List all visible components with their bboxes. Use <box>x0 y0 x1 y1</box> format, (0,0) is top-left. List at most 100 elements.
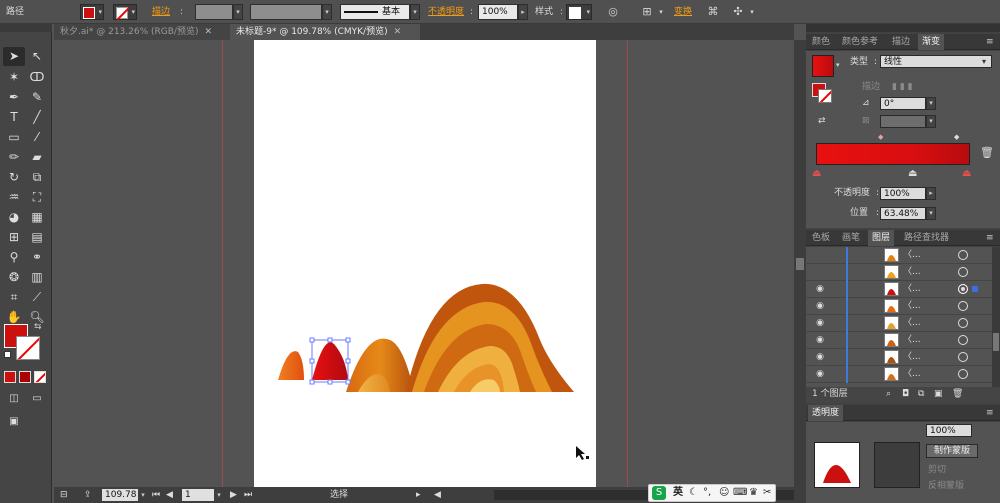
curvature-tool-icon[interactable]: ✎ <box>26 88 48 107</box>
bbox-handle[interactable] <box>345 358 351 364</box>
bbox-handle[interactable] <box>327 379 333 385</box>
bbox-handle[interactable] <box>345 337 351 343</box>
stroke-color-box[interactable] <box>16 336 40 360</box>
graphic-style-swatch[interactable]: ▾ <box>566 4 592 20</box>
blend-tool-icon[interactable]: ⚭ <box>26 248 48 267</box>
eye-icon[interactable]: ◉ <box>812 301 828 312</box>
shirt-icon[interactable]: ♛ <box>749 486 758 500</box>
object-thumbnail[interactable] <box>814 442 860 488</box>
target-icon[interactable] <box>958 267 968 277</box>
gradient-slider-bar[interactable] <box>816 143 970 165</box>
artboard-dropdown-icon[interactable]: ▾ <box>214 489 224 501</box>
recolor-artwork-icon[interactable]: ◎ <box>606 5 620 19</box>
ime-language-toggle[interactable]: 英 <box>673 486 683 500</box>
tab-layers[interactable]: 图层 <box>868 230 895 246</box>
type-tool-icon[interactable]: T <box>3 108 25 127</box>
new-sublayer-icon[interactable]: ⧉ <box>918 388 924 401</box>
stroke-indicator[interactable] <box>818 89 832 103</box>
direct-selection-tool-icon[interactable]: ↖ <box>26 47 48 66</box>
free-transform-tool-icon[interactable]: ⛶ <box>26 188 48 207</box>
gradient-stop-left[interactable]: ⏏ <box>812 167 821 180</box>
close-icon[interactable]: ✕ <box>204 27 212 37</box>
bbox-handle[interactable] <box>309 337 315 343</box>
layer-name[interactable]: 〈... <box>903 249 921 262</box>
gradient-stop-mid[interactable]: ⏏ <box>908 167 917 180</box>
prev-artboard-icon[interactable]: ◀ <box>166 489 173 501</box>
target-icon[interactable] <box>958 318 968 328</box>
bbox-handle[interactable] <box>309 358 315 364</box>
tab-brushes[interactable]: 画笔 <box>838 230 864 246</box>
shape-builder-tool-icon[interactable]: ◕ <box>3 208 25 227</box>
selected-red-shape[interactable] <box>312 342 348 380</box>
gradient-mode-button[interactable] <box>19 371 31 383</box>
brush-dropdown[interactable]: ▾ <box>410 4 420 20</box>
gradient-stop-right[interactable]: ⏏ <box>962 167 971 180</box>
tab-color-guide[interactable]: 颜色参考 <box>838 34 882 50</box>
line-tool-icon[interactable]: ╱ <box>26 108 48 127</box>
perspective-grid-tool-icon[interactable]: ▦ <box>26 208 48 227</box>
tab-transparency[interactable]: 透明度 <box>808 405 844 421</box>
make-clipping-mask-icon[interactable]: ◘ <box>902 388 909 401</box>
canvas[interactable] <box>54 40 794 487</box>
eyedropper-tool-icon[interactable]: ⚲ <box>3 248 25 267</box>
gradient-type-dropdown[interactable]: 线性 <box>880 55 992 68</box>
layer-name[interactable]: 〈... <box>903 300 921 313</box>
scale-tool-icon[interactable]: ⧉ <box>26 168 48 187</box>
rectangle-tool-icon[interactable]: ▭ <box>3 128 25 147</box>
stop-opacity-field[interactable]: 100% <box>880 187 926 200</box>
wrench-icon[interactable]: ✂ <box>763 486 771 500</box>
tab-color[interactable]: 颜色 <box>808 34 834 50</box>
opacity-field[interactable]: 100% <box>478 4 518 20</box>
slice-tool-icon[interactable]: ⟋ <box>26 288 48 307</box>
stroke-color-swatch[interactable]: ▾ <box>113 4 137 21</box>
layer-row[interactable]: ◉ 〈... <box>806 349 992 366</box>
draw-mode-icon[interactable]: ◫ <box>3 389 25 408</box>
swap-fill-stroke-icon[interactable]: ⇆ <box>34 322 42 332</box>
opacity-dropdown[interactable]: ▸ <box>518 4 528 20</box>
scroll-left-icon[interactable]: ◀ <box>434 489 441 501</box>
angle-dropdown[interactable]: ▾ <box>926 97 936 110</box>
trash-icon[interactable]: 🗑︎ <box>952 388 963 401</box>
eye-icon[interactable]: ◉ <box>812 335 828 346</box>
variable-width-dropdown[interactable]: ▾ <box>322 4 332 20</box>
share-icon[interactable]: ⇪ <box>84 489 92 501</box>
align-dropdown-icon[interactable]: ▾ <box>654 5 668 19</box>
target-icon[interactable] <box>958 250 968 260</box>
rotate-tool-icon[interactable]: ↻ <box>3 168 25 187</box>
status-menu-icon[interactable]: ▸ <box>416 489 421 501</box>
eraser-tool-icon[interactable]: ▰ <box>26 148 48 167</box>
stroke-label[interactable]: 描边 <box>152 4 170 20</box>
layer-name[interactable]: 〈... <box>903 266 921 279</box>
smile-icon[interactable]: ☺ <box>719 486 729 500</box>
gradient-tool-icon[interactable]: ▤ <box>26 228 48 247</box>
layer-name[interactable]: 〈... <box>903 283 921 296</box>
tab-pathfinder[interactable]: 路径查找器 <box>900 230 953 246</box>
eye-icon[interactable]: ◉ <box>812 352 828 363</box>
layer-name[interactable]: 〈... <box>903 351 921 364</box>
brush-definition-field[interactable]: 基本 <box>340 4 410 20</box>
stroke-weight-field[interactable] <box>195 4 233 20</box>
ime-logo-icon[interactable]: S <box>652 486 666 500</box>
hills-group[interactable] <box>346 283 574 392</box>
close-icon[interactable]: ✕ <box>394 27 402 37</box>
align-icon[interactable]: ⊞ <box>640 5 654 19</box>
artboard-tool-icon[interactable]: ⌗ <box>3 288 25 307</box>
keyboard-icon[interactable]: ⌨ <box>733 486 747 500</box>
target-icon[interactable] <box>958 301 968 311</box>
tab-gradient[interactable]: 渐变 <box>918 34 945 50</box>
bbox-handle[interactable] <box>345 379 351 385</box>
layer-row[interactable]: ◉ 〈... <box>806 298 992 315</box>
artboard-number-field[interactable]: 1 <box>182 489 214 501</box>
transparency-opacity-field[interactable]: 100% <box>926 424 972 437</box>
bbox-handle[interactable] <box>327 337 333 343</box>
arrange-icon[interactable]: ✣ <box>731 5 745 19</box>
selection-tool-icon[interactable]: ➤ <box>3 47 25 66</box>
layer-row[interactable]: ◉ 〈... <box>806 281 992 298</box>
panel-menu-icon[interactable]: ≡ <box>982 34 998 50</box>
lasso-tool-icon[interactable]: ↀ <box>26 68 48 87</box>
paintbrush-tool-icon[interactable]: ⁄ <box>26 128 48 147</box>
target-icon[interactable] <box>958 352 968 362</box>
mesh-tool-icon[interactable]: ⊞ <box>3 228 25 247</box>
target-icon[interactable] <box>958 369 968 379</box>
isolate-icon[interactable]: ⌘ <box>706 5 720 19</box>
